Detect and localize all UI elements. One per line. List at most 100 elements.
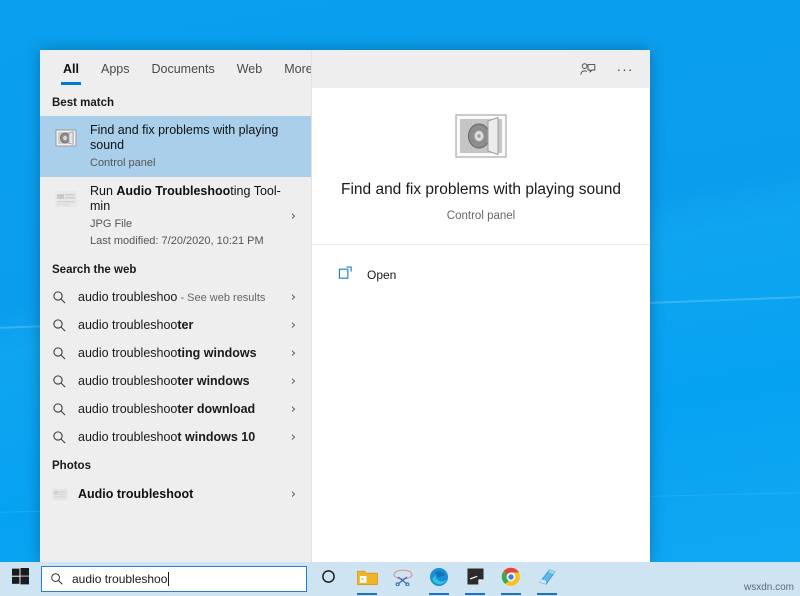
sound-control-panel-large-icon [330, 114, 632, 158]
web-suggestion-row[interactable]: audio troubleshoot windows 10 › [40, 423, 311, 451]
see-web-results-label: - See web results [177, 292, 265, 304]
query-text: audio troubleshoo [78, 318, 177, 332]
tab-web[interactable]: Web [226, 62, 273, 85]
taskbar-app-snip-and-sketch[interactable] [385, 562, 421, 596]
open-action[interactable]: Open [312, 257, 650, 293]
query-completion: ter [177, 318, 193, 332]
taskbar-app-blue-book[interactable] [529, 562, 565, 596]
folder-icon [357, 568, 378, 591]
web-suggestion-text: audio troubleshooter windows [78, 374, 287, 388]
chevron-right-icon[interactable]: › [287, 346, 303, 361]
taskbar-app-file-explorer[interactable] [349, 562, 385, 596]
sound-control-panel-icon [52, 124, 80, 152]
results-scroll-area[interactable]: Best match Find and fix problems with pl… [40, 88, 311, 562]
photo-result-title: Audio troubleshoot [78, 487, 287, 501]
tab-all[interactable]: All [52, 62, 90, 85]
result-row-find-and-fix-sound[interactable]: Find and fix problems with playing sound… [40, 116, 311, 177]
ellipsis-icon[interactable]: ··· [614, 58, 636, 80]
result-text: Find and fix problems with playing sound… [90, 123, 303, 170]
result-title-prefix: Run [90, 184, 116, 198]
query-text: audio troubleshoo [78, 346, 177, 360]
result-text: Run Audio Troubleshooting Tool-min JPG F… [90, 184, 287, 248]
tab-apps[interactable]: Apps [90, 62, 141, 85]
result-last-modified: Last modified: 7/20/2020, 10:21 PM [90, 234, 287, 248]
web-suggestion-text: audio troubleshoo - See web results [78, 290, 287, 304]
open-action-label: Open [367, 268, 396, 282]
chevron-right-icon[interactable]: › [287, 402, 303, 417]
taskbar-app-sticky-notes[interactable] [457, 562, 493, 596]
taskbar-app-microsoft-edge[interactable] [421, 562, 457, 596]
windows-logo-icon [12, 568, 29, 590]
taskbar-app-google-chrome[interactable] [493, 562, 529, 596]
result-title-match: Audio Troubleshoo [116, 184, 230, 198]
chevron-right-icon[interactable]: › [287, 374, 303, 389]
cortana-button[interactable] [307, 562, 349, 596]
result-row-audio-troubleshooting-tool[interactable]: Run Audio Troubleshooting Tool-min JPG F… [40, 177, 311, 255]
text-cursor [168, 572, 169, 586]
chevron-right-icon[interactable]: › [287, 487, 303, 502]
result-title: Find and fix problems with playing sound [90, 123, 303, 153]
preview-subtitle: Control panel [330, 210, 632, 222]
preview-topbar: ··· [312, 50, 650, 88]
search-icon [52, 346, 78, 361]
query-completion: ting windows [177, 346, 256, 360]
taskbar-search-box[interactable]: audio troubleshoo [41, 566, 307, 592]
search-filter-tabs: All Apps Documents Web More▼ [40, 50, 311, 88]
chevron-right-icon[interactable]: › [287, 318, 303, 333]
chevron-right-icon[interactable]: › [287, 290, 303, 305]
web-suggestion-text: audio troubleshooting windows [78, 346, 287, 360]
chevron-right-icon[interactable]: › [287, 209, 303, 224]
desktop: All Apps Documents Web More▼ Best match [0, 0, 800, 596]
query-text: audio troubleshoo [78, 402, 177, 416]
book-icon [538, 568, 557, 591]
search-icon [52, 430, 78, 445]
tab-web-label: Web [237, 62, 262, 76]
taskbar-search-input[interactable]: audio troubleshoo [72, 572, 169, 586]
query-completion: t windows 10 [177, 430, 255, 444]
web-suggestion-row[interactable]: audio troubleshooter download › [40, 395, 311, 423]
search-flyout-panel: All Apps Documents Web More▼ Best match [40, 50, 650, 562]
tab-documents-label: Documents [151, 62, 214, 76]
web-suggestion-text: audio troubleshoot windows 10 [78, 430, 287, 444]
chevron-right-icon[interactable]: › [287, 430, 303, 445]
web-suggestion-row[interactable]: audio troubleshoo - See web results › [40, 283, 311, 311]
preview-hero: Find and fix problems with playing sound… [312, 88, 650, 245]
search-icon [52, 318, 78, 333]
open-external-icon [338, 265, 353, 285]
preview-actions: Open [312, 245, 650, 293]
sticky-note-icon [467, 568, 484, 590]
search-icon [50, 572, 72, 586]
search-results-column: All Apps Documents Web More▼ Best match [40, 50, 311, 562]
section-heading-photos: Photos [40, 451, 311, 479]
watermark: wsxdn.com [744, 582, 794, 593]
result-title: Run Audio Troubleshooting Tool-min [90, 184, 287, 214]
query-completion: ter windows [177, 374, 249, 388]
chrome-icon [501, 567, 521, 592]
web-suggestion-row[interactable]: audio troubleshooting windows › [40, 339, 311, 367]
section-heading-best-match: Best match [40, 88, 311, 116]
web-suggestion-row[interactable]: audio troubleshooter windows › [40, 367, 311, 395]
photo-result-row[interactable]: Audio troubleshoot › [40, 479, 311, 509]
query-text: audio troubleshoo [78, 374, 177, 388]
tab-documents[interactable]: Documents [140, 62, 225, 85]
cortana-circle-icon [321, 569, 336, 589]
query-text: audio troubleshoo [78, 430, 177, 444]
preview-title: Find and fix problems with playing sound [330, 180, 632, 200]
web-suggestion-text: audio troubleshooter download [78, 402, 287, 416]
search-icon [52, 374, 78, 389]
feedback-person-icon[interactable] [576, 58, 598, 80]
tab-apps-label: Apps [101, 62, 130, 76]
photo-thumbnail-icon [52, 488, 78, 501]
preview-column: ··· Find and fix problems with playing s… [311, 50, 650, 562]
web-suggestion-row[interactable]: audio troubleshooter › [40, 311, 311, 339]
query-completion: ter download [177, 402, 255, 416]
search-input-value: audio troubleshoo [72, 572, 167, 586]
query-text: audio troubleshoo [78, 290, 177, 304]
search-icon [52, 290, 78, 305]
ellipsis-label: ··· [617, 65, 634, 73]
tab-more-label: More [284, 62, 312, 76]
taskbar: audio troubleshoo [0, 562, 800, 596]
start-button[interactable] [0, 562, 40, 596]
scissors-icon [392, 568, 414, 591]
result-subtitle: Control panel [90, 156, 303, 170]
